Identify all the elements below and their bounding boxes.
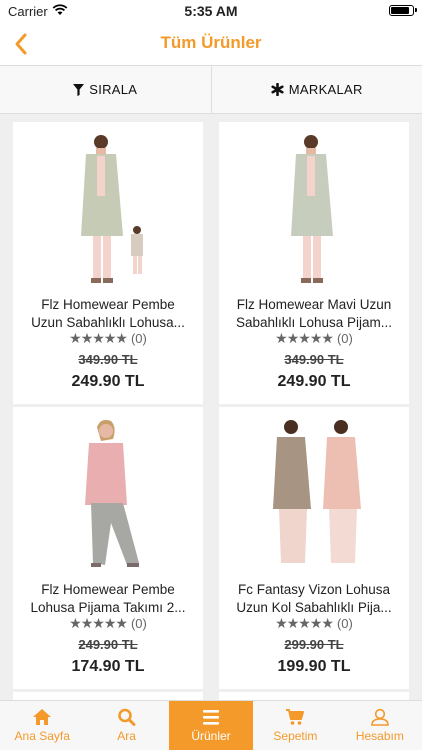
old-price: 299.90 TL — [284, 637, 344, 652]
search-icon — [117, 708, 136, 726]
product-image — [291, 135, 333, 283]
product-rating: ★★★★★ (0) — [219, 615, 409, 632]
sort-button[interactable]: SIRALA — [0, 66, 211, 113]
tab-search[interactable]: Ara — [84, 701, 168, 750]
clock: 5:35 AM — [184, 3, 238, 19]
battery-icon — [389, 5, 417, 16]
rating-count: (0) — [130, 616, 147, 631]
product-card[interactable]: Flz Homewear Mavi Uzun Sabahlıklı Lohusa… — [219, 122, 409, 404]
brands-button[interactable]: MARKALAR — [210, 66, 422, 113]
brands-label: MARKALAR — [288, 82, 363, 97]
filter-icon — [73, 83, 85, 96]
price: 249.90 TL — [71, 373, 145, 390]
product-image — [81, 135, 143, 283]
tab-account[interactable]: Hesabım — [338, 701, 422, 750]
product-card[interactable] — [219, 692, 409, 700]
product-name-line1: Flz Homewear Pembe — [41, 297, 175, 312]
product-rating: ★★★★★ (0) — [13, 615, 203, 632]
product-card[interactable]: Flz Homewear Pembe Uzun Sabahlıklı Lohus… — [13, 122, 203, 404]
tab-label: Ara — [117, 729, 136, 743]
filter-bar: SIRALA MARKALAR — [0, 66, 422, 114]
home-icon — [33, 709, 52, 725]
tab-label: Sepetim — [273, 729, 318, 743]
back-chevron-icon[interactable] — [8, 30, 36, 58]
sort-label: SIRALA — [89, 82, 138, 97]
product-rating: ★★★★★ (0) — [13, 330, 203, 347]
product-grid: Flz Homewear Pembe Uzun Sabahlıklı Lohus… — [0, 114, 422, 700]
star-rating-icon: ★★★★★ — [69, 330, 128, 346]
rating-count: (0) — [336, 331, 353, 346]
page-title: Tüm Ürünler — [160, 33, 262, 52]
product-rating: ★★★★★ (0) — [219, 330, 409, 347]
product-card[interactable]: Fc Fantasy Vizon Lohusa Uzun Kol Sabahlı… — [219, 407, 409, 689]
product-image — [273, 420, 361, 563]
star-rating-icon: ★★★★★ — [69, 615, 128, 631]
user-icon — [371, 708, 389, 726]
product-image — [85, 419, 139, 567]
tab-label: Ana Sayfa — [14, 729, 70, 743]
product-name-line1: Flz Homewear Pembe — [41, 582, 175, 597]
tab-home[interactable]: Ana Sayfa — [0, 701, 84, 750]
tab-label: Hesabım — [355, 729, 404, 743]
tab-label: Ürünler — [191, 729, 231, 743]
tab-cart[interactable]: Sepetim — [253, 701, 337, 750]
status-bar: Carrier 5:35 AM — [0, 0, 422, 22]
old-price: 349.90 TL — [284, 352, 344, 367]
product-card[interactable]: Flz Homewear Pembe Lohusa Pijama Takımı … — [13, 407, 203, 689]
product-card[interactable] — [13, 692, 203, 700]
old-price: 249.90 TL — [78, 637, 138, 652]
price: 249.90 TL — [277, 373, 351, 390]
tab-products[interactable]: Ürünler — [168, 701, 254, 750]
rating-count: (0) — [336, 616, 353, 631]
star-rating-icon: ★★★★★ — [275, 615, 334, 631]
product-name-line1: Flz Homewear Mavi Uzun — [236, 297, 392, 312]
price: 174.90 TL — [71, 658, 145, 675]
star-rating-icon: ★★★★★ — [275, 330, 334, 346]
asterisk-icon — [271, 83, 284, 96]
old-price: 349.90 TL — [78, 352, 138, 367]
product-name-line1: Fc Fantasy Vizon Lohusa — [237, 582, 391, 597]
price: 199.90 TL — [277, 658, 351, 675]
tab-bar: Ana Sayfa Ara Ürünler Sepetim Hesabım — [0, 700, 422, 750]
navigation-bar: Tüm Ürünler — [0, 22, 422, 66]
rating-count: (0) — [130, 331, 147, 346]
cart-icon — [286, 709, 305, 725]
menu-icon — [203, 710, 220, 725]
